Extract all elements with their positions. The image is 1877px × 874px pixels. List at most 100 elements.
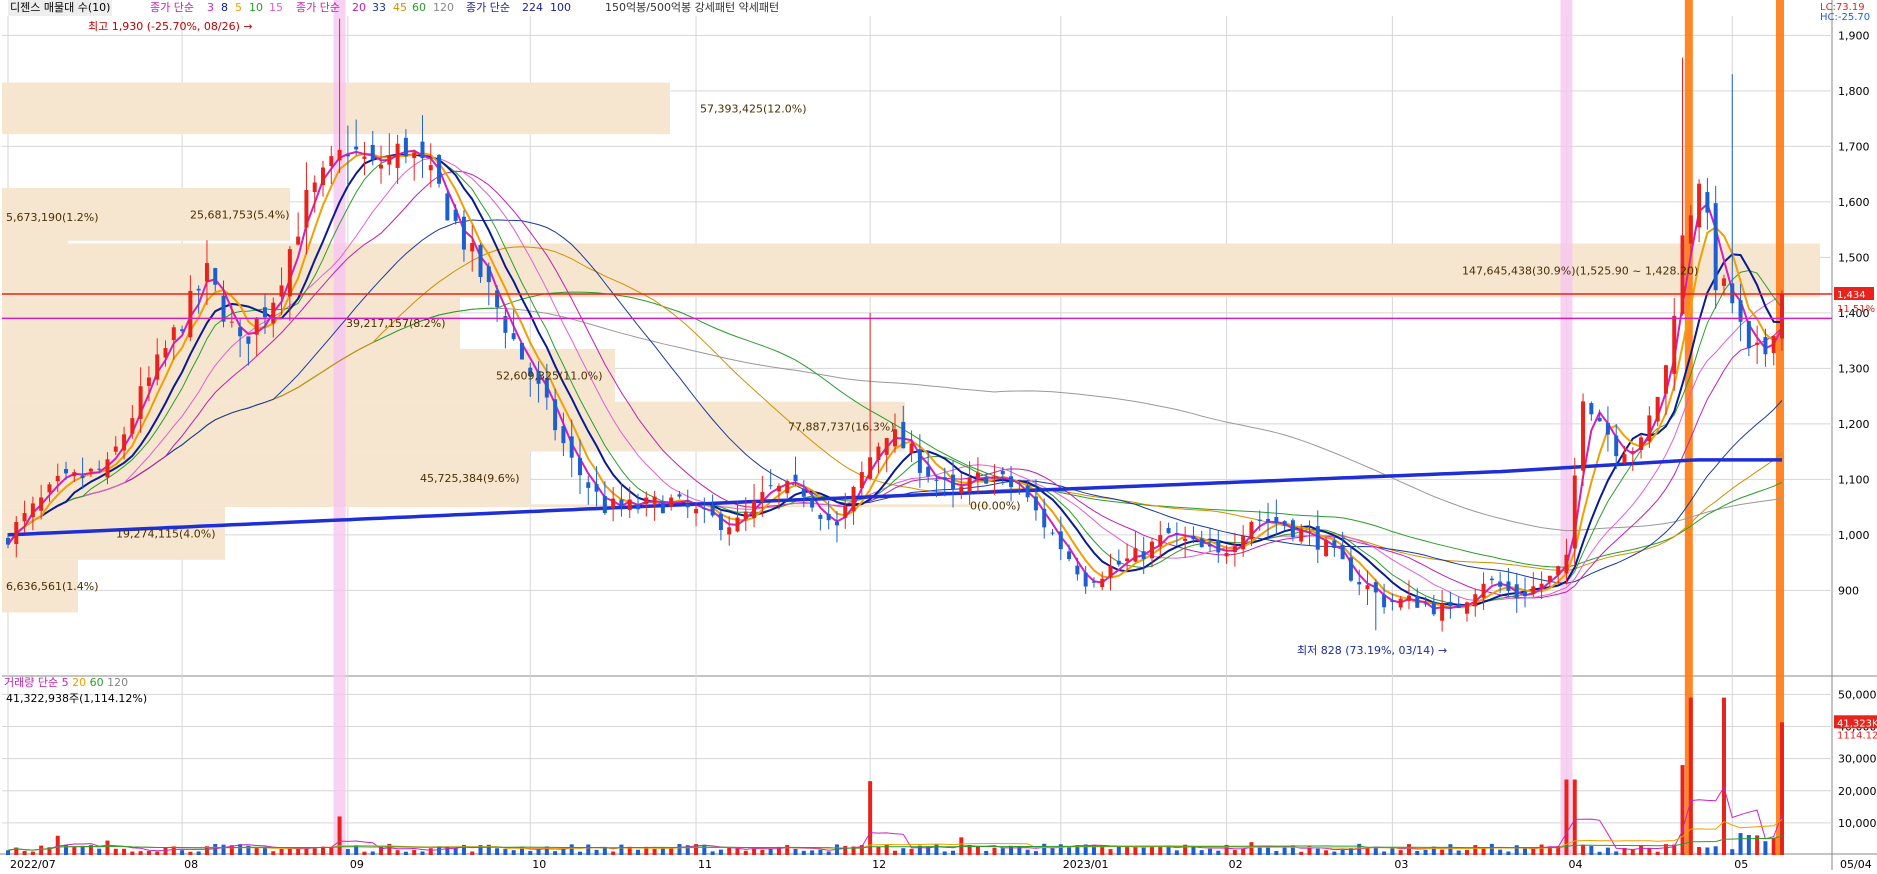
pct-tag: 11.51% xyxy=(1837,304,1875,315)
candle-body xyxy=(1523,591,1528,597)
volume-bar xyxy=(1415,850,1420,855)
candle-body xyxy=(461,216,466,250)
candle-body xyxy=(818,514,823,519)
candle-body xyxy=(1780,294,1784,339)
candle-body xyxy=(801,489,806,497)
volume-bar xyxy=(188,851,193,855)
candle-body xyxy=(279,285,284,297)
candle-body xyxy=(97,468,102,470)
volume-bar xyxy=(72,846,77,855)
volume-bar xyxy=(669,848,674,855)
candle-body xyxy=(412,152,417,159)
volume-bar xyxy=(1440,849,1445,855)
volume-bar xyxy=(1241,848,1246,855)
candle-body xyxy=(146,377,151,386)
volume-bar xyxy=(768,848,773,855)
candle-body xyxy=(1257,519,1262,521)
vol-pct-tag: 1114.12% xyxy=(1837,730,1877,741)
volume-bar xyxy=(810,850,815,855)
hc-label: HC:-25.70 xyxy=(1820,12,1871,23)
candle-body xyxy=(652,496,657,504)
candle-body xyxy=(1746,320,1751,349)
candle-body xyxy=(1199,538,1204,548)
candle-body xyxy=(403,137,408,157)
volume-bar xyxy=(1199,850,1204,855)
volume-profile-label: 19,274,115(4.0%) xyxy=(116,527,216,540)
volume-bar xyxy=(453,848,458,855)
candle-body xyxy=(370,144,375,160)
candle-body xyxy=(1456,603,1461,609)
candle-body xyxy=(1000,470,1005,475)
volume-bar xyxy=(1771,838,1776,855)
volume-bar xyxy=(1763,841,1768,855)
x-tick-label: 09 xyxy=(350,858,364,870)
candle-body xyxy=(1241,536,1246,550)
candle-body xyxy=(1033,496,1038,511)
candle-body xyxy=(660,502,665,514)
y-tick-label: 1,200 xyxy=(1838,418,1870,431)
volume-bar xyxy=(1489,843,1494,855)
vol-ma-20: 20 xyxy=(72,676,87,689)
y-tick-label: 1,600 xyxy=(1838,196,1870,209)
volume-bar xyxy=(1572,779,1577,855)
volume-bar xyxy=(893,850,897,855)
y-tick-label: 1,500 xyxy=(1838,251,1870,264)
candle-body xyxy=(495,290,500,308)
candle-body xyxy=(951,474,956,490)
candle-body xyxy=(478,244,483,277)
candle-body xyxy=(1556,566,1561,575)
vol-tick-label: 30,000K xyxy=(1838,753,1877,766)
candle-body xyxy=(577,457,582,476)
candle-body xyxy=(1481,583,1486,598)
candle-body xyxy=(105,459,110,478)
volume-bar xyxy=(1050,848,1055,855)
x-tick-label: 03 xyxy=(1394,858,1408,870)
volume-bar xyxy=(1274,850,1279,855)
volume-bar xyxy=(1232,850,1237,855)
volume-bar xyxy=(180,850,185,855)
candle-body xyxy=(710,505,715,516)
candle-body xyxy=(1373,582,1378,593)
candle-body xyxy=(1075,565,1080,575)
volume-bar xyxy=(1730,849,1735,855)
candle-body xyxy=(1672,315,1677,374)
volume-bar xyxy=(113,848,118,855)
volume-bar xyxy=(1531,848,1536,855)
candle-body xyxy=(1116,560,1121,565)
y-tick-label: 900 xyxy=(1838,584,1859,597)
x-tick-label: 11 xyxy=(698,858,712,870)
ma-period-15: 15 xyxy=(269,1,283,14)
candle-body xyxy=(296,236,301,245)
volume-bar xyxy=(238,844,243,855)
volume-bar xyxy=(1315,848,1320,855)
volume-bar xyxy=(1390,848,1395,855)
candle-body xyxy=(312,182,317,193)
candle-body xyxy=(1763,337,1768,355)
pattern-highlight xyxy=(1560,0,1573,855)
volume-bar xyxy=(1332,851,1337,855)
volume-bar xyxy=(1108,849,1113,855)
candle-body xyxy=(1697,183,1702,228)
candle-body xyxy=(271,302,276,324)
volume-bar xyxy=(992,847,997,855)
volume-bar xyxy=(594,849,599,855)
candle-body xyxy=(1398,598,1403,608)
candle-body xyxy=(180,329,185,332)
volume-bar xyxy=(702,844,707,855)
candle-body xyxy=(1340,544,1345,560)
candle-body xyxy=(694,508,699,514)
candle-body xyxy=(611,498,616,509)
candle-body xyxy=(287,249,292,297)
volume-bar xyxy=(536,849,541,855)
candle-body xyxy=(1506,581,1511,591)
volume-bar xyxy=(586,844,591,855)
candle-body xyxy=(1431,601,1436,615)
candle-body xyxy=(1224,553,1229,557)
volume-bar xyxy=(843,845,848,855)
ma-period-10: 10 xyxy=(249,1,263,14)
candle-body xyxy=(1249,521,1254,540)
candle-body xyxy=(1266,518,1271,523)
volume-profile-label: 25,681,753(5.4%) xyxy=(190,208,290,221)
price-tag: 1,434 xyxy=(1837,290,1866,301)
volume-bar xyxy=(412,850,417,855)
